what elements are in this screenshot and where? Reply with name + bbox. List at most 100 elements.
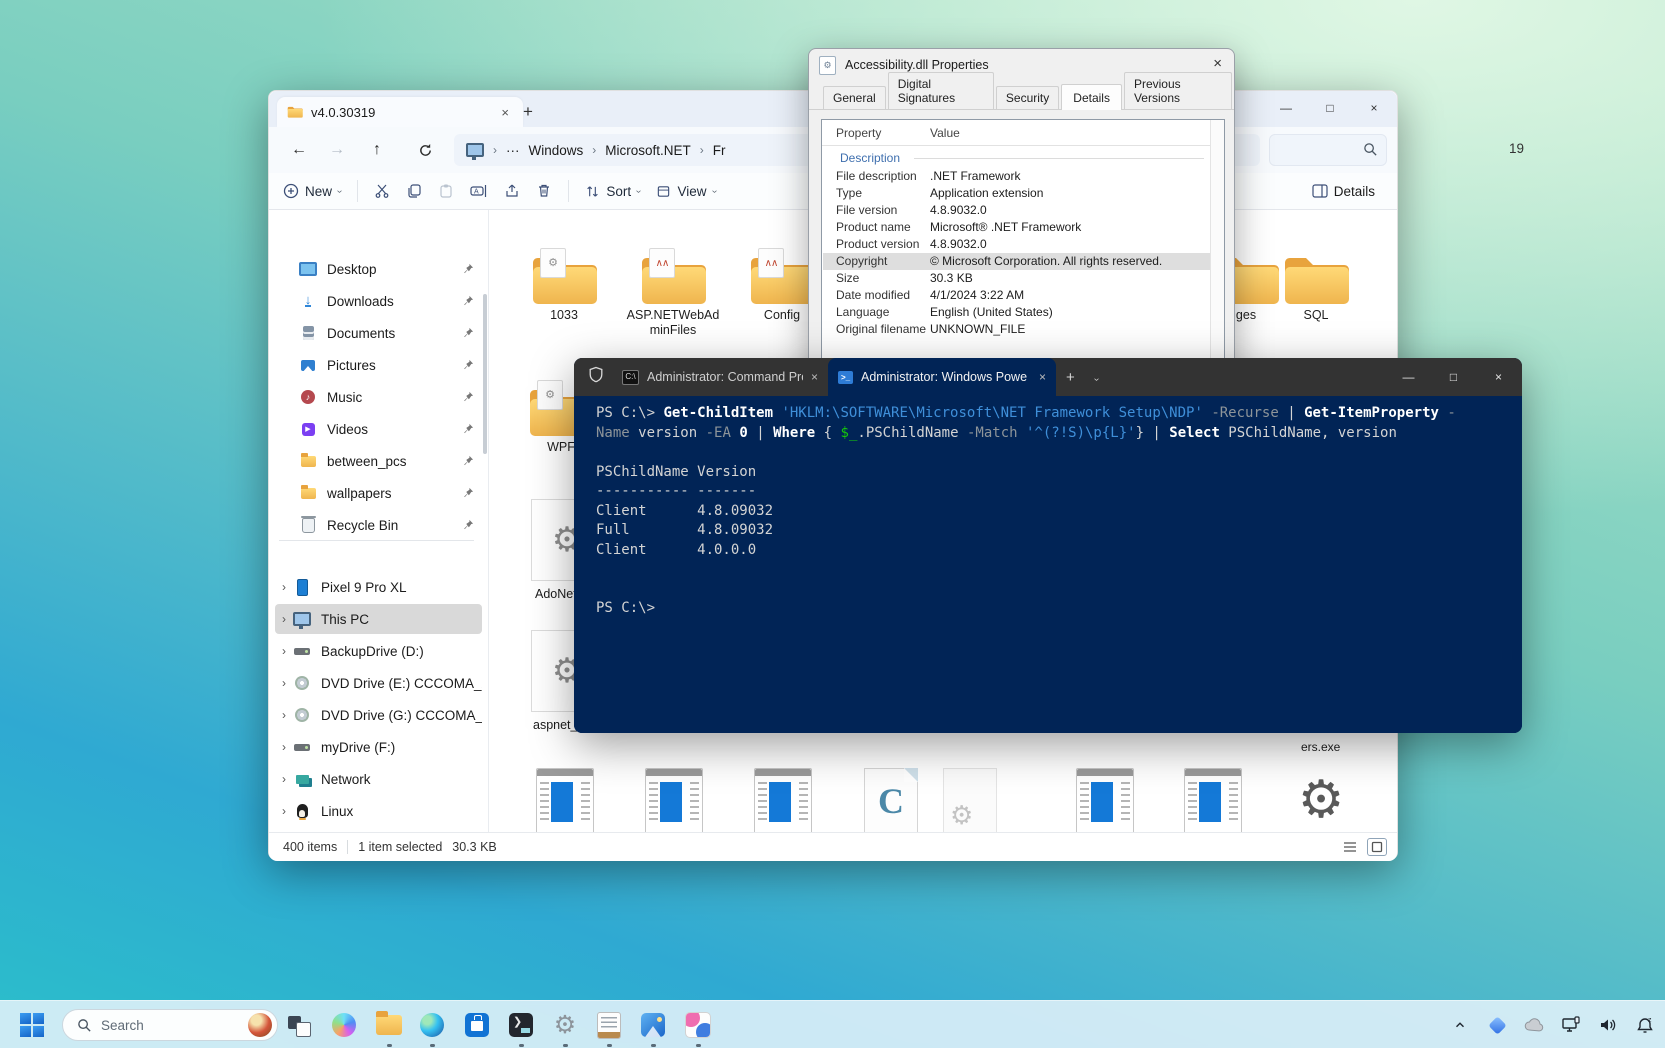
dll-file-icon[interactable]	[1184, 768, 1242, 832]
sidebar-item-dvd-drive-e[interactable]: ›DVD Drive (E:) CCCOMA_X64F	[275, 668, 482, 698]
dll-file-icon[interactable]	[645, 768, 703, 832]
expand-chevron-icon[interactable]: ›	[275, 740, 293, 754]
tab-close-icon[interactable]: ×	[497, 105, 513, 120]
terminal-maximize-button[interactable]: □	[1431, 358, 1476, 396]
expand-chevron-icon[interactable]: ›	[275, 676, 293, 690]
breadcrumb-item-windows[interactable]: Windows	[529, 143, 584, 158]
dialog-close-button[interactable]: ×	[1213, 55, 1222, 72]
expand-chevron-icon[interactable]: ›	[275, 804, 293, 818]
column-header-value[interactable]: Value	[930, 126, 960, 140]
task-view-button[interactable]	[283, 1010, 313, 1040]
new-tab-button[interactable]: +	[515, 99, 541, 125]
share-button[interactable]	[504, 183, 520, 199]
folder-item-1033[interactable]: ⚙ 1033	[516, 242, 612, 323]
column-header-property[interactable]: Property	[836, 126, 881, 140]
sidebar-item-mydrive-f[interactable]: ›myDrive (F:)	[275, 732, 482, 762]
table-row[interactable]: LanguageEnglish (United States)	[823, 304, 1210, 321]
tab-command-prompt[interactable]: C:\ Administrator: Command Pron ×	[612, 358, 828, 396]
details-view-toggle[interactable]	[1341, 839, 1359, 855]
expand-chevron-icon[interactable]: ›	[275, 612, 293, 626]
table-row[interactable]: Original filenameUNKNOWN_FILE	[823, 321, 1210, 338]
new-button[interactable]: New ›	[283, 183, 341, 199]
search-box[interactable]	[1269, 134, 1387, 166]
expand-chevron-icon[interactable]: ›	[275, 772, 293, 786]
table-row-selected[interactable]: Copyright© Microsoft Corporation. All ri…	[823, 253, 1210, 270]
table-row[interactable]: File description.NET Framework	[823, 168, 1210, 185]
paint-button[interactable]	[683, 1010, 713, 1040]
sidebar-item-recycle-bin[interactable]: Recycle Bin	[275, 510, 482, 540]
refresh-button[interactable]	[409, 136, 441, 164]
notepad-button[interactable]	[594, 1010, 624, 1040]
copilot-tray-icon[interactable]	[1485, 1013, 1509, 1037]
table-row[interactable]: Date modified4/1/2024 3:22 AM	[823, 287, 1210, 304]
table-row[interactable]: Size30.3 KB	[823, 270, 1210, 287]
forward-button[interactable]: →	[321, 136, 353, 164]
sort-button[interactable]: Sort ›	[585, 184, 640, 199]
details-pane-button[interactable]: Details	[1312, 184, 1375, 199]
dialog-title-bar[interactable]: ⚙ Accessibility.dll Properties ×	[809, 49, 1234, 81]
up-button[interactable]: ↑	[361, 136, 393, 164]
explorer-minimize-button[interactable]: —	[1264, 91, 1308, 125]
sidebar-item-videos[interactable]: ▶Videos	[275, 414, 482, 444]
breadcrumb-item-microsoft-net[interactable]: Microsoft.NET	[605, 143, 691, 158]
dll-file-icon[interactable]	[536, 768, 594, 832]
table-row[interactable]: TypeApplication extension	[823, 185, 1210, 202]
sidebar-item-desktop[interactable]: Desktop	[275, 254, 482, 284]
cut-button[interactable]	[374, 183, 390, 199]
copilot-button[interactable]	[329, 1010, 359, 1040]
notification-bell-icon[interactable]: z	[1633, 1013, 1657, 1037]
breadcrumb-ellipsis[interactable]: ···	[506, 143, 520, 158]
tab-dropdown-chevron[interactable]: ›	[1085, 369, 1108, 386]
sidebar-item-downloads[interactable]: ↓Downloads	[275, 286, 482, 316]
paste-button[interactable]	[438, 183, 454, 199]
sidebar-item-between-pcs[interactable]: between_pcs	[275, 446, 482, 476]
tab-general[interactable]: General	[823, 86, 886, 109]
sidebar-item-documents[interactable]: Documents	[275, 318, 482, 348]
gear-document-icon[interactable]: ⚙	[943, 768, 997, 832]
onedrive-cloud-icon[interactable]	[1522, 1013, 1546, 1037]
sidebar-item-network[interactable]: ›Network	[275, 764, 482, 794]
tray-overflow-chevron[interactable]	[1448, 1013, 1472, 1037]
back-button[interactable]: ←	[283, 136, 315, 164]
terminal-output[interactable]: PS C:\> Get-ChildItem 'HKLM:\SOFTWARE\Mi…	[574, 396, 1522, 733]
sidebar-item-pictures[interactable]: Pictures	[275, 350, 482, 380]
store-button[interactable]	[462, 1010, 492, 1040]
delete-button[interactable]	[536, 183, 552, 199]
tab-close-icon[interactable]: ×	[1039, 370, 1046, 384]
table-row[interactable]: Product version4.8.9032.0	[823, 236, 1210, 253]
exe-gear-icon[interactable]: ⚙	[1289, 768, 1353, 832]
expand-chevron-icon[interactable]: ›	[275, 708, 293, 722]
explorer-maximize-button[interactable]: □	[1308, 91, 1352, 125]
explorer-close-button[interactable]: ×	[1352, 91, 1396, 125]
table-row[interactable]: File version4.8.9032.0	[823, 202, 1210, 219]
thumbnail-view-toggle[interactable]	[1367, 838, 1387, 856]
dll-file-icon[interactable]	[754, 768, 812, 832]
table-row[interactable]: Product nameMicrosoft® .NET Framework	[823, 219, 1210, 236]
file-explorer-button[interactable]	[374, 1010, 404, 1040]
sidebar-scrollbar[interactable]	[483, 294, 487, 454]
settings-button[interactable]: ⚙	[550, 1010, 580, 1040]
sidebar-item-linux[interactable]: ›Linux	[275, 796, 482, 826]
sidebar-item-music[interactable]: ♪Music	[275, 382, 482, 412]
new-tab-button[interactable]: +	[1056, 369, 1085, 386]
rename-button[interactable]: A	[470, 183, 488, 199]
volume-icon[interactable]	[1596, 1013, 1620, 1037]
explorer-tab[interactable]: v4.0.30319 ×	[277, 97, 523, 127]
view-button[interactable]: View ›	[656, 184, 715, 199]
breadcrumb-item-framework-partial[interactable]: Fr	[713, 143, 726, 158]
sidebar-item-wallpapers[interactable]: wallpapers	[275, 478, 482, 508]
terminal-title-bar[interactable]: C:\ Administrator: Command Pron × >_ Adm…	[574, 358, 1522, 396]
sidebar-item-dvd-drive-g[interactable]: ›DVD Drive (G:) CCCOMA_X64I	[275, 700, 482, 730]
expand-chevron-icon[interactable]: ›	[275, 580, 293, 594]
sidebar-item-backupdrive-d[interactable]: ›BackupDrive (D:)	[275, 636, 482, 666]
start-button[interactable]	[17, 1010, 47, 1040]
c-document-icon[interactable]: C	[864, 768, 918, 832]
network-icon[interactable]	[1559, 1013, 1583, 1037]
dll-file-icon[interactable]	[1076, 768, 1134, 832]
terminal-button[interactable]: ❯	[506, 1010, 536, 1040]
photos-button[interactable]	[638, 1010, 668, 1040]
tab-details[interactable]: Details	[1061, 84, 1122, 110]
sidebar-item-pixel-9-pro-xl[interactable]: ›Pixel 9 Pro XL	[275, 572, 482, 602]
tab-powershell[interactable]: >_ Administrator: Windows Powe ×	[828, 358, 1056, 396]
folder-item-sql[interactable]: SQL	[1268, 242, 1364, 323]
